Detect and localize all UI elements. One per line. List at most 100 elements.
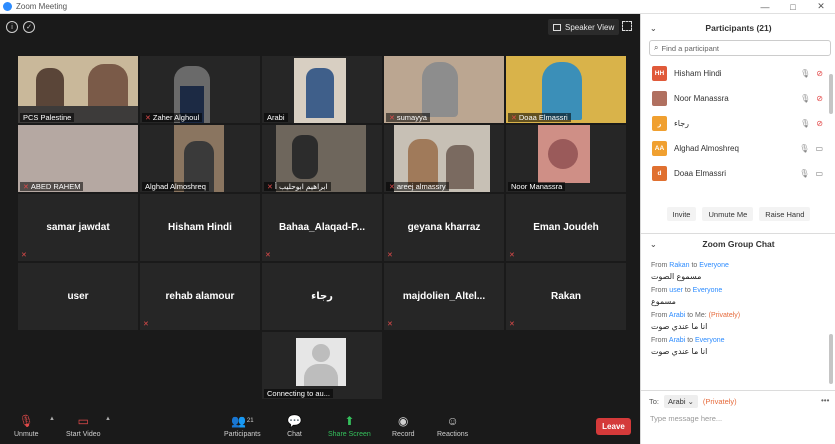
chat-button[interactable]: 💬 Chat (287, 413, 302, 438)
maximize-button[interactable]: □ (779, 0, 807, 14)
participant-row[interactable]: ر رجاء 🎙 ⊘ (641, 111, 829, 136)
muted-mic-icon: ✕ (387, 321, 393, 328)
recipient-row: To: Arabi ⌄ (Privately) (649, 395, 737, 408)
invite-button[interactable]: Invite (666, 207, 697, 221)
video-tile[interactable]: Noor Manassra (506, 125, 626, 192)
video-tile[interactable]: ✕ ابراهيم ابوحليب أ (262, 125, 382, 192)
reactions-button[interactable]: ☺ Reactions (437, 413, 468, 438)
tile-name-label: ✕ sumayya (386, 113, 430, 122)
minimize-button[interactable]: — (751, 0, 779, 14)
video-tile[interactable]: رجاء (262, 263, 382, 330)
video-tile[interactable]: Hisham Hindi (140, 194, 260, 261)
tile-name-label: ✕ ابراهيم ابوحليب أ (264, 182, 331, 191)
chat-message-input[interactable]: Type message here... (650, 414, 722, 423)
video-tile[interactable]: Connecting to au... (262, 332, 382, 399)
participant-row[interactable]: d Doaa Elmassri 🎙 ▭ (641, 161, 829, 186)
chat-bubble-icon: 💬 (287, 414, 302, 428)
video-grid-area: i ✓ Speaker View PCS Palestine ✕ Zaher Al… (0, 14, 640, 444)
video-tile[interactable]: Bahaa_Alaqad-P... ✕ (262, 194, 382, 261)
muted-mic-icon: ✕ (511, 114, 517, 122)
video-tile[interactable]: ✕ areej almassry (384, 125, 504, 192)
video-tile[interactable]: samar jawdat ✕ (18, 194, 138, 261)
video-tile[interactable]: user (18, 263, 138, 330)
collapse-chevron-icon[interactable]: ⌄ (650, 240, 657, 249)
participant-search-input[interactable]: ⌕ Find a participant (649, 40, 831, 56)
record-label: Record (392, 431, 415, 438)
close-button[interactable]: ✕ (807, 0, 835, 14)
video-options-caret-icon[interactable]: ▲ (105, 416, 111, 422)
title-bar: Zoom Meeting — □ ✕ (0, 0, 835, 14)
participant-name: rehab alamour (165, 291, 235, 302)
video-tile[interactable]: Rakan ✕ (506, 263, 626, 330)
muted-mic-icon: ✕ (387, 252, 393, 259)
video-tile[interactable]: Eman Joudeh ✕ (506, 194, 626, 261)
participant-row[interactable]: Noor Manassra 🎙 ⊘ (641, 86, 829, 111)
video-tile[interactable]: majdolien_Altel... ✕ (384, 263, 504, 330)
muted-mic-icon: ✕ (265, 252, 271, 259)
participant-name: samar jawdat (46, 222, 110, 233)
participant-name: Rakan (550, 291, 581, 302)
participants-count: 21 (246, 418, 254, 424)
chat-header: ⌄ Zoom Group Chat (641, 236, 835, 252)
fullscreen-icon[interactable] (622, 21, 632, 31)
reactions-smiley-icon: ☺ (446, 414, 459, 428)
video-tile[interactable]: ✕ ABED RAHEM (18, 125, 138, 192)
participant-list-scrollbar[interactable] (829, 74, 833, 114)
video-tile[interactable]: rehab alamour ✕ (140, 263, 260, 330)
meeting-info-icon[interactable]: i (6, 21, 18, 33)
zoom-window: Zoom Meeting — □ ✕ i ✓ Speaker View PCS … (0, 0, 835, 444)
more-options-icon[interactable]: ••• (821, 396, 829, 405)
video-tile[interactable]: PCS Palestine (18, 56, 138, 123)
recipient[interactable]: Everyone (699, 262, 729, 269)
message-text: انا ما عندي صوت (651, 322, 708, 331)
record-icon: ◉ (398, 414, 409, 428)
unmute-me-button[interactable]: Unmute Me (702, 207, 754, 221)
chat-scrollbar[interactable] (829, 334, 833, 384)
record-button[interactable]: ◉ Record (392, 413, 415, 438)
raise-hand-button[interactable]: Raise Hand (759, 207, 811, 221)
participant-row[interactable]: HH Hisham Hindi 🎙 ⊘ (641, 61, 829, 86)
participant-name: Alghad Almoshreq (674, 144, 739, 153)
sender[interactable]: Arabi (669, 312, 685, 319)
to-word: to (687, 312, 694, 319)
video-tile[interactable]: ✕ Doaa Elmassri (506, 56, 626, 123)
speaker-view-label: Speaker View (565, 22, 615, 32)
participant-name: user (67, 291, 89, 302)
participant-name: Hisham Hindi (674, 69, 722, 78)
share-screen-button[interactable]: ⬆ Share Screen (328, 413, 371, 438)
recipient[interactable]: Everyone (693, 287, 723, 294)
video-tile[interactable]: geyana kharraz ✕ (384, 194, 504, 261)
start-video-button[interactable]: ▭ Start Video (66, 413, 101, 438)
to-word: to (691, 262, 698, 269)
participant-row[interactable]: AA Alghad Almoshreq 🎙 ▭ (641, 136, 829, 161)
panel-divider (641, 233, 835, 234)
video-tile[interactable]: Alghad Almoshreq (140, 125, 260, 192)
chat-message: From Rakan to Everyone مسموع الصوت (641, 262, 831, 281)
video-tile[interactable]: ✕ sumayya (384, 56, 504, 123)
video-tile[interactable]: ✕ Zaher Alghoul (140, 56, 260, 123)
chat-messages: From Rakan to Everyone مسموع الصوت From … (641, 256, 831, 386)
message-text: مسموع (651, 297, 676, 306)
sender[interactable]: Rakan (669, 262, 689, 269)
video-tile[interactable]: Arabi (262, 56, 382, 123)
chat-input-divider (641, 390, 835, 391)
audio-options-caret-icon[interactable]: ▲ (49, 416, 55, 422)
share-screen-icon: ⬆ (344, 414, 355, 428)
chevron-down-icon: ⌄ (687, 397, 694, 406)
participants-button[interactable]: 👥 21 Participants (224, 413, 261, 438)
participants-title: Participants (21) (705, 23, 772, 33)
leave-button[interactable]: Leave (596, 418, 631, 435)
muted-mic-icon: ✕ (389, 114, 395, 122)
sender[interactable]: Arabi (669, 337, 685, 344)
encryption-shield-icon[interactable]: ✓ (23, 21, 35, 33)
side-panel: ⌄ Participants (21) ⌕ Find a participant… (640, 14, 835, 444)
speaker-view-button[interactable]: Speaker View (548, 19, 620, 35)
muted-mic-icon: ✕ (389, 183, 395, 191)
recipient[interactable]: Everyone (695, 337, 725, 344)
unmute-button[interactable]: 🎙 Unmute (14, 413, 39, 438)
participant-list: HH Hisham Hindi 🎙 ⊘ Noor Manassra 🎙 ⊘ ر … (641, 61, 829, 203)
sender[interactable]: user (669, 287, 683, 294)
recipient-select[interactable]: Arabi ⌄ (664, 395, 698, 408)
collapse-chevron-icon[interactable]: ⌄ (650, 24, 657, 33)
message-text: مسموع الصوت (651, 272, 702, 281)
